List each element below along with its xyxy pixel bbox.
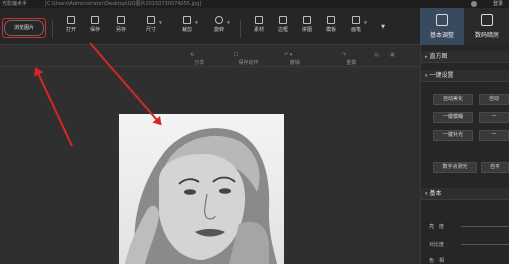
image-canvas[interactable] <box>0 67 420 264</box>
histogram-header[interactable]: ▸ 直方图 <box>421 51 509 63</box>
toolbar-open-button[interactable]: 打开 <box>60 16 82 42</box>
tool-label: 模板 <box>325 27 336 33</box>
toolbar-frame-button[interactable]: 边框 <box>272 16 294 42</box>
chevron-down-icon[interactable]: ▼ <box>227 20 230 25</box>
redo-button[interactable]: ↷ 重做 <box>342 52 356 66</box>
brush-icon <box>352 16 360 24</box>
save-as-icon <box>117 16 125 24</box>
portrait-drawing <box>125 128 277 264</box>
tool-label: 素材 <box>253 27 264 33</box>
toolbar-material-button[interactable]: 素材 <box>248 16 270 42</box>
adjust-panel: ▸ 直方图 ▾ 一键设置 自动美化 自动 一键模糊 一 一键补光 一 数字点测光 自… <box>420 45 509 264</box>
brightness-slider[interactable] <box>461 226 509 227</box>
chevron-down-icon[interactable]: ▼ <box>195 20 198 25</box>
one-click-button-right[interactable]: 一 <box>479 112 509 123</box>
toolbar-resize-button[interactable]: 尺寸 ▼ <box>140 16 162 42</box>
tool-label: 边框 <box>277 27 288 33</box>
frame-icon <box>279 16 287 24</box>
one-click-fill-light-button[interactable]: 一键补光 <box>433 130 473 141</box>
login-link[interactable]: 登录 <box>493 0 503 8</box>
auto-white-balance-button[interactable]: 自平 <box>481 162 509 173</box>
folder-icon <box>67 16 75 24</box>
user-icon[interactable] <box>471 1 477 7</box>
toolbar-divider <box>52 20 53 38</box>
chevron-down-icon[interactable]: ▼ <box>364 20 367 25</box>
toolbar-save-button[interactable]: 保存 <box>84 16 106 42</box>
more-icon: ▼ <box>381 24 385 30</box>
file-path: [C:\Users\Administrator\Desktop\QQ图片2015… <box>45 1 202 7</box>
one-click-header[interactable]: ▾ 一键设置 <box>421 70 509 82</box>
tool-label: 另存 <box>115 27 126 33</box>
toolbar-collage-button[interactable]: 拼图 <box>296 16 318 42</box>
tab-label: 基本调整 <box>429 32 454 39</box>
more-tools-button[interactable]: ▼ <box>372 16 394 42</box>
auto-beautify-button[interactable]: 自动美化 <box>433 94 473 105</box>
compare-icon[interactable]: ▣ <box>390 52 395 58</box>
tool-label: 拼图 <box>301 27 312 33</box>
one-click-button-right-2[interactable]: 一 <box>479 130 509 141</box>
portrait-photo <box>119 114 284 264</box>
main-toolbar: 浏览图片 打开 保存 另存 尺寸 ▼ 裁剪 ▼ 旋转 ▼ 素材 边框 拼图 模板… <box>0 8 420 45</box>
collage-icon <box>303 16 311 24</box>
tab-label: 数码暗房 <box>474 32 499 39</box>
toolbar-template-button[interactable]: 模板 <box>320 16 342 42</box>
resize-icon <box>147 16 155 24</box>
toolbar-rotate-button[interactable]: 旋转 ▼ <box>208 16 230 42</box>
one-click-blur-button[interactable]: 一键模糊 <box>433 112 473 123</box>
auto-button-right[interactable]: 自动 <box>479 94 509 105</box>
save-action-link[interactable]: ☐ 保存动作 <box>234 52 259 66</box>
tab-digital-darkroom[interactable]: 数码暗房 <box>465 8 509 45</box>
action-bar: ⟲ 分享 ☐ 保存动作 ↶ 撤销 ▾ ↷ 重做 ▤ ▣ <box>0 45 420 67</box>
template-icon <box>327 16 335 24</box>
browse-images-button[interactable]: 浏览图片 <box>4 20 44 36</box>
crop-icon <box>183 16 191 24</box>
tool-label: 画笔 <box>350 27 361 33</box>
undo-button[interactable]: ↶ 撤销 ▾ <box>284 52 300 66</box>
chevron-down-icon[interactable]: ▼ <box>159 20 162 25</box>
title-bar: 光影魔术手 [C:\Users\Administrator\Desktop\QQ… <box>0 0 509 8</box>
adjust-icon <box>436 14 448 26</box>
material-icon <box>255 16 263 24</box>
tab-basic-adjust[interactable]: 基本调整 <box>420 8 464 45</box>
hue-label: 色 相 <box>429 258 445 264</box>
tool-label: 打开 <box>65 27 76 33</box>
app-title: 光影魔术手 <box>2 1 28 7</box>
brightness-label: 亮 度 <box>429 224 445 230</box>
tool-label: 裁剪 <box>181 27 192 33</box>
toolbar-brush-button[interactable]: 画笔 ▼ <box>345 16 367 42</box>
camera-icon <box>481 14 493 26</box>
toolbar-crop-button[interactable]: 裁剪 ▼ <box>176 16 198 42</box>
toolbar-divider <box>240 20 241 38</box>
rotate-icon <box>215 16 223 24</box>
contrast-label: 对比度 <box>429 242 445 248</box>
right-panel-tabs: 基本调整 数码暗房 <box>420 8 509 45</box>
tool-label: 旋转 <box>213 27 224 33</box>
contrast-slider[interactable] <box>461 244 509 245</box>
spot-metering-button[interactable]: 数字点测光 <box>433 162 477 173</box>
toolbar-save-as-button[interactable]: 另存 <box>110 16 132 42</box>
tool-label: 保存 <box>89 27 100 33</box>
save-icon <box>91 16 99 24</box>
share-link[interactable]: ⟲ 分享 <box>190 52 204 66</box>
tool-label: 尺寸 <box>145 27 156 33</box>
basic-header[interactable]: ▾ 基本 <box>421 188 509 200</box>
more-options-icon[interactable]: ▤ <box>374 52 379 58</box>
